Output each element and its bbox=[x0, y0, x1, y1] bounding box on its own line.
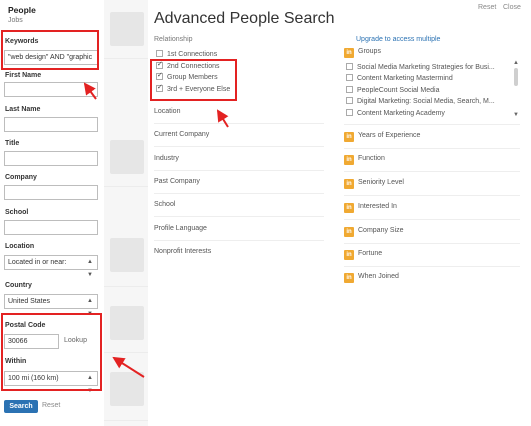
chevron-updown-icon: ▲ ▼ bbox=[87, 259, 93, 278]
checkbox-icon[interactable] bbox=[346, 74, 353, 81]
modal-close-link[interactable]: Close bbox=[503, 4, 521, 11]
checkbox-icon[interactable] bbox=[156, 50, 163, 57]
last-name-label: Last Name bbox=[5, 106, 41, 113]
linkedin-in-icon: in bbox=[344, 250, 354, 260]
reset-link[interactable]: Reset bbox=[42, 402, 60, 409]
facet-profile-language[interactable]: Profile Language bbox=[154, 225, 207, 232]
location-highlight-box bbox=[1, 313, 102, 391]
checkbox-icon[interactable] bbox=[346, 63, 353, 70]
relationship-highlight-box bbox=[150, 59, 237, 101]
first-name-label: First Name bbox=[5, 72, 42, 79]
facet-school[interactable]: School bbox=[154, 201, 175, 208]
school-label: School bbox=[5, 209, 29, 216]
linkedin-in-icon: in bbox=[344, 227, 354, 237]
last-name-input[interactable] bbox=[4, 117, 98, 132]
groups-facet[interactable]: in Groups bbox=[344, 48, 381, 58]
premium-facet-function[interactable]: in Function bbox=[344, 155, 385, 165]
premium-facet-years-of-experience[interactable]: in Years of Experience bbox=[344, 132, 420, 142]
group-item[interactable]: Content Marketing Academy bbox=[346, 109, 445, 117]
title-input[interactable] bbox=[4, 151, 98, 166]
location-select-value: Located in or near: bbox=[8, 259, 67, 266]
premium-facet-company-size[interactable]: in Company Size bbox=[344, 227, 404, 237]
group-item[interactable]: Content Marketing Mastermind bbox=[346, 74, 453, 82]
linkedin-in-icon: in bbox=[344, 132, 354, 142]
premium-facet-seniority-level[interactable]: in Seniority Level bbox=[344, 179, 404, 189]
group-item[interactable]: Digital Marketing: Social Media, Search,… bbox=[346, 97, 495, 105]
scroll-down-icon[interactable]: ▼ bbox=[513, 112, 519, 118]
relationship-label: Relationship bbox=[154, 36, 193, 43]
location-select[interactable]: Located in or near: ▲ ▼ bbox=[4, 255, 98, 278]
checkbox-icon[interactable] bbox=[346, 86, 353, 93]
relationship-option-label: 1st Connections bbox=[167, 51, 218, 58]
location-label: Location bbox=[5, 243, 35, 250]
checkbox-icon[interactable] bbox=[346, 109, 353, 116]
premium-facet-fortune[interactable]: in Fortune bbox=[344, 250, 382, 260]
school-input[interactable] bbox=[4, 220, 98, 235]
premium-facet-when-joined[interactable]: in When Joined bbox=[344, 273, 399, 283]
group-item[interactable]: PeopleCount Social Media bbox=[346, 86, 440, 94]
linkedin-in-icon: in bbox=[344, 273, 354, 283]
scroll-up-icon[interactable]: ▲ bbox=[513, 60, 519, 66]
facet-current-company[interactable]: Current Company bbox=[154, 131, 209, 138]
premium-facet-interested-in[interactable]: in Interested In bbox=[344, 203, 397, 213]
company-label: Company bbox=[5, 174, 37, 181]
modal-title: Advanced People Search bbox=[154, 10, 335, 27]
upgrade-link[interactable]: Upgrade to access multiple bbox=[356, 36, 440, 43]
country-label: Country bbox=[5, 282, 32, 289]
group-item[interactable]: Social Media Marketing Strategies for Bu… bbox=[346, 63, 495, 71]
panel-title: People bbox=[8, 5, 36, 15]
groups-label: Groups bbox=[358, 48, 381, 55]
groups-scrollbar[interactable]: ▲ ▼ bbox=[512, 60, 520, 122]
checkbox-icon[interactable] bbox=[346, 97, 353, 104]
country-select-value: United States bbox=[8, 298, 51, 305]
jobs-link[interactable]: Jobs bbox=[8, 17, 23, 24]
title-label: Title bbox=[5, 140, 20, 147]
modal-reset-link[interactable]: Reset bbox=[478, 4, 496, 11]
keywords-highlight-box bbox=[1, 30, 99, 70]
linkedin-in-icon: in bbox=[344, 203, 354, 213]
facet-location[interactable]: Location bbox=[154, 108, 180, 115]
linkedin-in-icon: in bbox=[344, 155, 354, 165]
linkedin-in-icon: in bbox=[344, 179, 354, 189]
search-button[interactable]: Search bbox=[4, 400, 38, 413]
linkedin-in-icon: in bbox=[344, 48, 354, 58]
first-name-input[interactable] bbox=[4, 82, 98, 97]
facet-nonprofit-interests[interactable]: Nonprofit Interests bbox=[154, 248, 211, 255]
scroll-thumb[interactable] bbox=[514, 68, 518, 86]
relationship-option[interactable]: 1st Connections bbox=[156, 50, 217, 58]
country-select[interactable]: United States ▲ ▼ bbox=[4, 294, 98, 317]
facet-industry[interactable]: Industry bbox=[154, 155, 179, 162]
company-input[interactable] bbox=[4, 185, 98, 200]
facet-past-company[interactable]: Past Company bbox=[154, 178, 200, 185]
